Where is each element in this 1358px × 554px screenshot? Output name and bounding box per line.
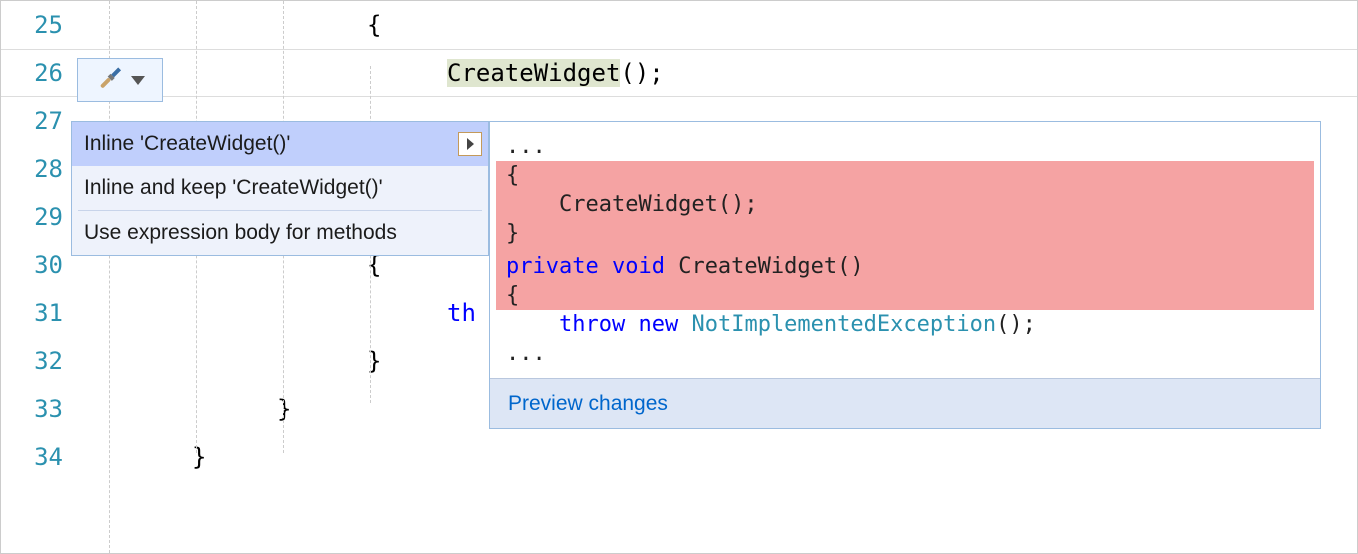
menu-item-inline-keep[interactable]: Inline and keep 'CreateWidget()' — [72, 166, 488, 210]
line-number: 26 — [1, 59, 77, 87]
line-number: 25 — [1, 11, 77, 39]
preview-line-deleted: private void CreateWidget() — [496, 252, 1314, 281]
preview-line: throw new NotImplementedException(); — [496, 310, 1314, 339]
menu-item-inline[interactable]: Inline 'CreateWidget()' — [72, 122, 488, 166]
code-text: CreateWidget(); — [77, 59, 664, 87]
menu-item-label: Inline and keep 'CreateWidget()' — [84, 176, 383, 200]
quick-actions-menu: Inline 'CreateWidget()' Inline and keep … — [71, 121, 489, 256]
chevron-down-icon — [131, 76, 145, 85]
code-text: { — [77, 11, 381, 39]
preview-changes-link[interactable]: Preview changes — [508, 392, 668, 415]
line-number: 27 — [1, 107, 77, 135]
preview-line: ... — [496, 339, 1314, 368]
preview-line-deleted: { — [496, 281, 1314, 310]
line-number: 31 — [1, 299, 77, 327]
menu-item-label: Use expression body for methods — [84, 221, 397, 245]
submenu-arrow-icon[interactable] — [458, 132, 482, 156]
preview-line-deleted: { — [496, 161, 1314, 190]
menu-item-expression-body[interactable]: Use expression body for methods — [72, 211, 488, 255]
preview-body: ... { CreateWidget(); } private void Cre… — [490, 122, 1320, 378]
line-number: 32 — [1, 347, 77, 375]
code-text: th — [77, 299, 476, 327]
preview-line-deleted: CreateWidget(); — [496, 190, 1314, 219]
preview-panel: ... { CreateWidget(); } private void Cre… — [489, 121, 1321, 429]
code-text: } — [77, 347, 381, 375]
line-number: 29 — [1, 203, 77, 231]
preview-line: ... — [496, 132, 1314, 161]
line-number: 30 — [1, 251, 77, 279]
highlighted-token: CreateWidget — [447, 59, 620, 87]
preview-line-deleted: } — [496, 219, 1314, 248]
code-text: } — [77, 395, 291, 423]
line-number: 28 — [1, 155, 77, 183]
code-text: } — [77, 443, 206, 471]
quick-actions-button[interactable] — [77, 58, 163, 102]
line-number: 34 — [1, 443, 77, 471]
menu-item-label: Inline 'CreateWidget()' — [84, 132, 290, 156]
line-number: 33 — [1, 395, 77, 423]
preview-footer: Preview changes — [490, 378, 1320, 428]
screwdriver-icon — [87, 59, 129, 101]
